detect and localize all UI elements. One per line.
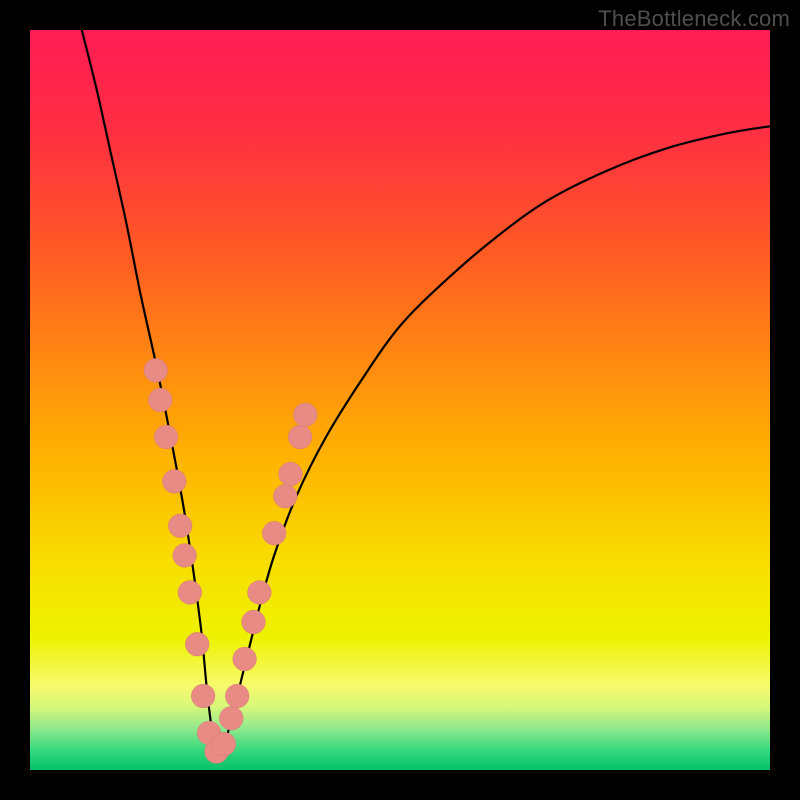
chart-frame: TheBottleneck.com (0, 0, 800, 800)
sample-dot (279, 462, 303, 486)
sample-dot (154, 425, 178, 449)
sample-dot (191, 684, 215, 708)
sample-dot (148, 388, 172, 412)
sample-dot (173, 544, 197, 568)
sample-dot (293, 403, 317, 427)
watermark-text: TheBottleneck.com (598, 6, 790, 32)
sample-dot (248, 581, 272, 605)
sample-dot (219, 706, 243, 730)
sample-dot (242, 610, 266, 634)
sample-dot (212, 732, 236, 756)
sample-dot (178, 581, 202, 605)
plot-area (30, 30, 770, 770)
sample-dot (288, 425, 312, 449)
sample-dot (233, 647, 257, 671)
sample-dot (162, 470, 186, 494)
sample-dot (168, 514, 192, 538)
sample-dot (185, 632, 209, 656)
sample-dot (273, 484, 297, 508)
sample-dot (262, 521, 286, 545)
chart-svg (30, 30, 770, 770)
gradient-background (30, 30, 770, 770)
sample-dot (144, 359, 168, 383)
sample-dot (225, 684, 249, 708)
